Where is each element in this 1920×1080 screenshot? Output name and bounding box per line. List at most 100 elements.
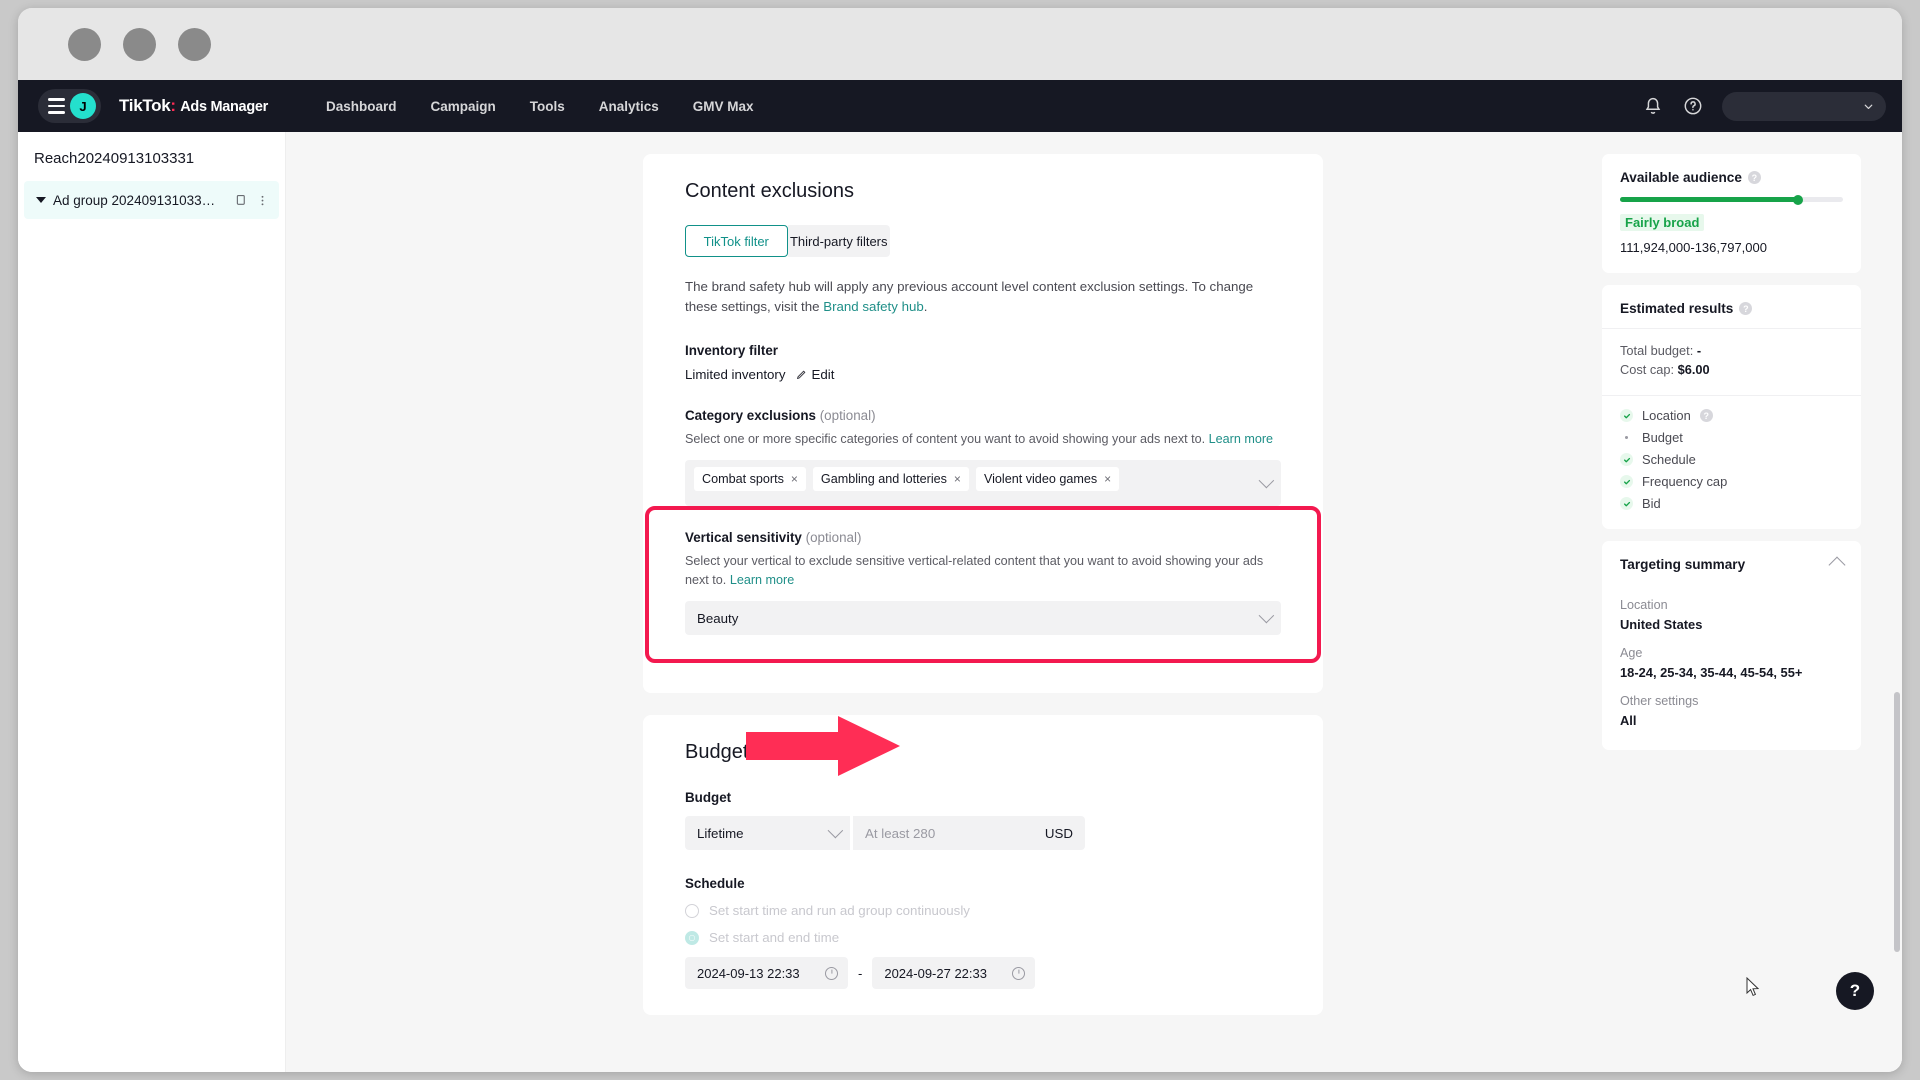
vertical-sensitivity-value: Beauty (697, 610, 739, 626)
end-date-value: 2024-09-27 22:33 (884, 965, 987, 981)
nav-link-campaign[interactable]: Campaign (431, 99, 496, 114)
nav-link-tools[interactable]: Tools (530, 99, 565, 114)
targeting-summary-card: Targeting summary Location United States… (1602, 541, 1861, 750)
budget-type-select[interactable]: Lifetime (685, 816, 850, 850)
nav-link-gmv-max[interactable]: GMV Max (693, 99, 754, 114)
more-vertical-icon[interactable] (255, 193, 270, 208)
start-date-value: 2024-09-13 22:33 (697, 965, 800, 981)
description-text-part1: The brand safety hub will apply any prev… (685, 279, 1254, 314)
check-icon (1620, 453, 1633, 466)
total-budget-value: - (1696, 343, 1702, 358)
inventory-filter-label: Inventory filter (685, 343, 779, 358)
inventory-filter-value: Limited inventory (685, 367, 786, 382)
menu-account-pill[interactable]: J (38, 89, 101, 123)
checklist-item: Location ? (1620, 408, 1843, 423)
info-icon[interactable]: ? (1739, 302, 1753, 315)
vertical-learn-more-link[interactable]: Learn more (730, 573, 794, 587)
tag-item[interactable]: Combat sports × (694, 467, 806, 491)
nav-link-analytics[interactable]: Analytics (599, 99, 659, 114)
brand-subtitle: Ads Manager (180, 99, 268, 115)
brand-logo[interactable]: TikTok: Ads Manager (119, 96, 268, 116)
end-date-input[interactable]: 2024-09-27 22:33 (872, 957, 1036, 989)
copy-icon[interactable] (233, 193, 248, 208)
radio-button-selected[interactable] (685, 930, 699, 945)
targeting-value: United States (1620, 617, 1703, 632)
tag-label: Gambling and lotteries (820, 472, 947, 486)
tab-tiktok-filter[interactable]: TikTok filter (685, 225, 788, 257)
nav-left-group: J TikTok: Ads Manager (38, 89, 268, 123)
help-circle-icon[interactable] (1682, 95, 1704, 117)
page-title: Content exclusions (685, 180, 854, 202)
available-audience-body: Fairly broad 111,924,000-136,797,000 (1602, 194, 1861, 273)
tag-item[interactable]: Violent video games × (975, 467, 1120, 491)
sidebar-item-adgroup[interactable]: Ad group 202409131033… (24, 181, 279, 219)
remove-tag-icon[interactable]: × (791, 472, 798, 486)
checklist-label: Location (1642, 408, 1691, 423)
info-icon[interactable]: ? (1699, 409, 1713, 422)
form-column: Content exclusions TikTok filter Third-p… (643, 132, 1323, 1015)
remove-tag-icon[interactable]: × (954, 472, 961, 486)
available-audience-header: Available audience ? (1602, 154, 1861, 197)
tag-label: Combat sports (702, 472, 784, 486)
remove-tag-icon[interactable]: × (1104, 472, 1111, 486)
chevron-down-icon[interactable] (36, 197, 46, 203)
vertical-sensitivity-title: Vertical sensitivity (685, 530, 802, 545)
tag-label: Violent video games (983, 472, 1098, 486)
account-selector[interactable] (1722, 91, 1886, 121)
category-exclusions-select[interactable]: Combat sports × Gambling and lotteries ×… (685, 460, 1281, 506)
chevron-down-icon[interactable] (827, 822, 844, 839)
schedule-option-label: Set start time and run ad group continuo… (709, 903, 970, 918)
vertical-sensitivity-section: Vertical sensitivity (optional) Select y… (643, 506, 1323, 663)
hamburger-menu-icon[interactable] (48, 98, 65, 114)
budget-type-value: Lifetime (697, 825, 744, 841)
category-exclusions-label: Category exclusions (optional) (685, 408, 1281, 423)
checklist-item: Bid (1620, 496, 1843, 511)
schedule-option-continuous[interactable]: Set start time and run ad group continuo… (685, 903, 1281, 918)
brand-safety-hub-link[interactable]: Brand safety hub (823, 299, 924, 314)
browser-window: J TikTok: Ads Manager Dashboard Campaign… (18, 8, 1902, 1072)
targeting-value: 18-24, 25-34, 35-44, 45-54, 55+ (1620, 665, 1803, 680)
tab-third-party-filters[interactable]: Third-party filters (787, 225, 890, 257)
category-exclusions-optional: (optional) (819, 408, 876, 423)
window-close-button[interactable] (68, 27, 101, 61)
estimated-results-budget: Total budget: - Cost cap: $6.00 (1602, 329, 1861, 395)
right-rail: Available audience ? Fairly broad 111,92… (1602, 132, 1902, 762)
window-minimize-button[interactable] (123, 27, 156, 61)
page-scrollbar[interactable] (1894, 692, 1900, 952)
audience-range: 111,924,000-136,797,000 (1620, 240, 1767, 255)
mouse-cursor (1746, 977, 1760, 997)
edit-inventory-button[interactable]: Edit (794, 367, 834, 382)
targeting-key: Location (1620, 598, 1668, 612)
check-icon (1620, 475, 1633, 488)
chevron-down-icon[interactable] (1258, 607, 1275, 624)
start-date-input[interactable]: 2024-09-13 22:33 (685, 957, 848, 989)
category-learn-more-link[interactable]: Learn more (1209, 432, 1273, 446)
main-area: Content exclusions TikTok filter Third-p… (286, 132, 1902, 1072)
estimated-results-title: Estimated results (1620, 301, 1734, 316)
status-badge: Fairly broad (1620, 214, 1705, 231)
schedule-option-start-end[interactable]: Set start and end time (685, 930, 1281, 945)
floating-help-button[interactable]: ? (1836, 972, 1874, 1010)
chevron-down-icon[interactable] (1258, 472, 1275, 489)
bell-icon[interactable] (1642, 95, 1664, 117)
annotation-arrow (746, 716, 900, 776)
vertical-sensitivity-select[interactable]: Beauty (685, 601, 1281, 635)
left-sidebar: Reach20240913103331 Ad group 20240913103… (18, 132, 286, 1072)
targeting-summary-body: Location United States Age 18-24, 25-34,… (1602, 598, 1861, 750)
browser-titlebar (18, 8, 1902, 80)
category-exclusions-title: Category exclusions (685, 408, 816, 423)
info-icon[interactable]: ? (1747, 171, 1761, 184)
budget-amount-input[interactable]: At least 280 USD (853, 816, 1085, 850)
window-maximize-button[interactable] (178, 27, 211, 61)
filter-tab-group: TikTok filter Third-party filters (685, 225, 890, 257)
pending-dot-icon (1620, 431, 1633, 444)
cost-cap-row: Cost cap: $6.00 (1620, 362, 1843, 377)
chevron-up-icon[interactable] (1828, 556, 1846, 573)
tag-item[interactable]: Gambling and lotteries × (812, 467, 969, 491)
avatar[interactable]: J (70, 93, 96, 119)
targeting-summary-header: Targeting summary (1602, 541, 1861, 584)
radio-button[interactable] (685, 903, 699, 918)
nav-link-dashboard[interactable]: Dashboard (326, 99, 397, 114)
available-audience-title: Available audience (1620, 170, 1742, 185)
brand-name: TikTok (119, 96, 171, 115)
